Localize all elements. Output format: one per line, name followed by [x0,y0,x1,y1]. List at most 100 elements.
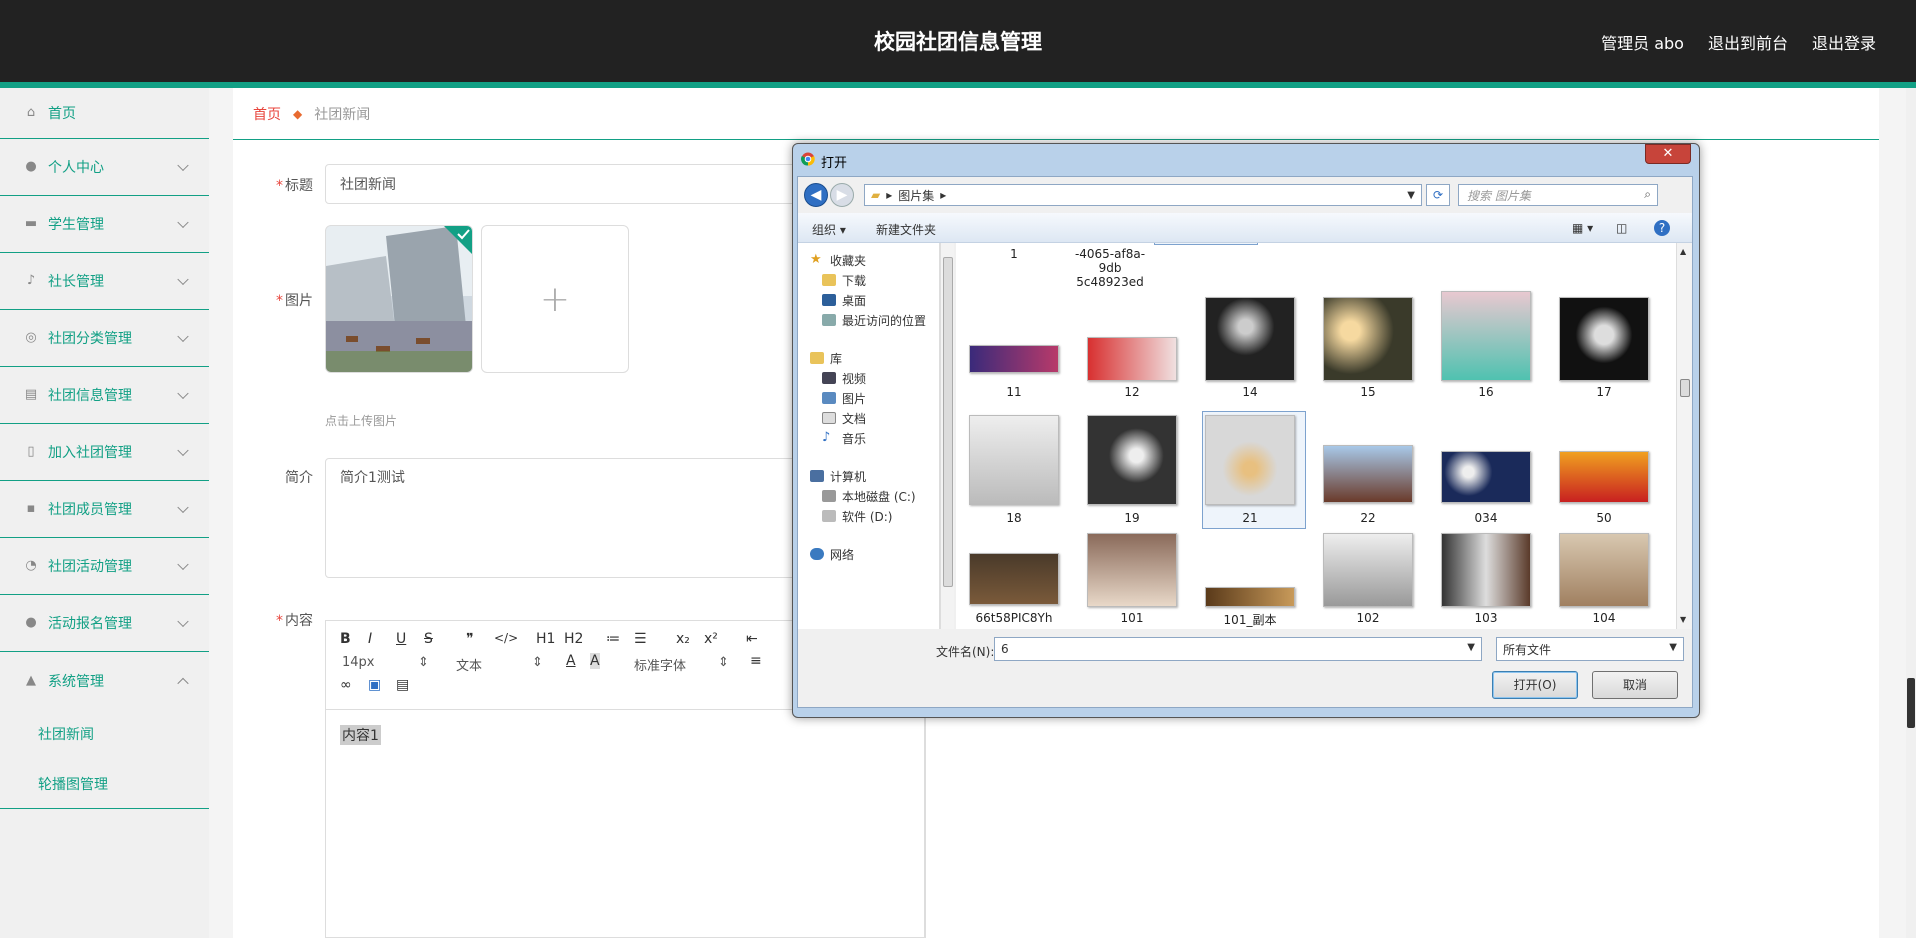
nav-disk-d[interactable]: 软件 (D:) [822,507,892,525]
bullet-list-button[interactable]: ☰ [634,631,647,647]
h2-button[interactable]: H2 [564,631,583,647]
logout-link[interactable]: 退出登录 [1812,30,1876,54]
file-item[interactable]: 101_副本 [1204,533,1296,627]
nav-computer[interactable]: 计算机 [810,467,866,485]
sidebar-subitem-news[interactable]: 社团新闻 [0,709,209,759]
nav-scroll-thumb[interactable] [943,257,953,587]
nav-favorites[interactable]: ★ 收藏夹 [810,251,866,269]
link-icon[interactable]: ∞ [340,677,352,693]
file-item[interactable]: 66t58PIC8Yh [968,533,1060,625]
uploaded-image[interactable] [325,225,473,373]
file-item[interactable]: 102 [1322,533,1414,625]
help-icon[interactable]: ? [1654,220,1670,236]
sidebar-subitem-carousel[interactable]: 轮播图管理 [0,759,209,809]
filename-dropdown-icon[interactable]: ▼ [1467,642,1475,653]
address-bar[interactable]: ▰ ▸ 图片集 ▸ ▼ [864,184,1422,206]
refresh-button[interactable]: ⟳ [1426,184,1450,206]
paragraph-dropdown-icon[interactable]: ⇕ [532,655,543,670]
file-item[interactable]: 17 [1558,297,1650,399]
nav-disk-c[interactable]: 本地磁盘 (C:) [822,487,916,505]
sidebar-item-club-info[interactable]: ▤ 社团信息管理 [0,367,209,424]
file-item[interactable]: 19 [1086,415,1178,525]
file-item[interactable]: 15 [1322,297,1414,399]
breadcrumb-home[interactable]: 首页 [253,104,281,124]
file-list-scroll-thumb[interactable] [1680,379,1690,397]
superscript-button[interactable]: x² [704,631,718,647]
cancel-button[interactable]: 取消 [1592,671,1678,699]
quote-button[interactable]: ❞ [466,631,474,647]
nav-libraries[interactable]: 库 [810,349,842,367]
h1-button[interactable]: H1 [536,631,555,647]
outdent-icon[interactable]: ⇤ [746,631,758,647]
sidebar-item-members[interactable]: ▪ 社团成员管理 [0,481,209,538]
search-input[interactable]: 搜索 图片集 ⌕ [1458,184,1658,206]
close-button[interactable]: ✕ [1645,144,1691,164]
sidebar-item-signup[interactable]: ● 活动报名管理 [0,595,209,652]
file-item[interactable]: 16 [1440,291,1532,399]
nav-scrollbar[interactable] [940,243,954,629]
scroll-down-icon[interactable]: ▼ [1680,615,1686,624]
sidebar-item-home[interactable]: ⌂ 首页 [0,88,209,139]
sidebar-item-personal[interactable]: ● 个人中心 [0,139,209,196]
file-item[interactable]: 11 [968,297,1060,399]
filetype-dropdown-icon[interactable]: ▼ [1669,642,1677,653]
admin-user-link[interactable]: 管理员 abo [1601,30,1684,54]
nav-network[interactable]: 网络 [810,545,854,563]
sidebar-item-categories[interactable]: ◎ 社团分类管理 [0,310,209,367]
forward-button[interactable]: ▶ [830,183,854,207]
filetype-select[interactable]: 所有文件 ▼ [1496,637,1684,661]
file-item[interactable]: 50 [1558,415,1650,525]
filename-input[interactable]: 6 ▼ [994,637,1482,661]
nav-documents[interactable]: 文档 [822,409,866,427]
page-scrollbar[interactable] [1906,88,1916,938]
sidebar-item-activities[interactable]: ◔ 社团活动管理 [0,538,209,595]
sidebar-item-system[interactable]: ▲ 系统管理 [0,652,209,709]
italic-button[interactable]: I [368,631,372,647]
font-family-dropdown-icon[interactable]: ⇕ [718,655,729,670]
file-item[interactable]: 104 [1558,533,1650,625]
to-front-link[interactable]: 退出到前台 [1708,30,1788,54]
nav-desktop[interactable]: 桌面 [822,291,866,309]
file-item[interactable]: 034 [1440,415,1532,525]
font-color-icon[interactable]: A [566,653,576,669]
file-item[interactable]: 12 [1086,297,1178,399]
sidebar-item-join[interactable]: ▯ 加入社团管理 [0,424,209,481]
nav-music[interactable]: ♪ 音乐 [822,429,866,447]
address-segment[interactable]: 图片集 [898,187,934,204]
back-button[interactable]: ◀ [804,183,828,207]
ordered-list-button[interactable]: ≔ [606,631,620,647]
file-item[interactable]: 103 [1440,533,1532,625]
new-folder-button[interactable]: 新建文件夹 [876,221,936,238]
sidebar-item-leaders[interactable]: ♪ 社长管理 [0,253,209,310]
file-item[interactable]: 14 [1204,297,1296,399]
image-icon[interactable]: ▣ [368,677,381,693]
editor-content[interactable]: 内容1 [340,725,381,745]
title-input[interactable]: 社团新闻 [325,164,845,204]
view-options-icon[interactable]: ▦ ▾ [1572,221,1593,235]
font-size-select[interactable]: 14px [342,655,375,670]
align-icon[interactable]: ≡ [750,653,762,669]
code-button[interactable]: </> [494,631,518,645]
bold-button[interactable]: B [340,631,351,647]
underline-button[interactable]: U [396,631,406,647]
nav-recent[interactable]: 最近访问的位置 [822,311,926,329]
nav-videos[interactable]: 视频 [822,369,866,387]
organize-menu[interactable]: 组织 ▾ [812,221,846,238]
page-scroll-thumb[interactable] [1907,678,1915,728]
file-item[interactable]: 18 [968,415,1060,525]
open-button[interactable]: 打开(O) [1492,671,1578,699]
file-item[interactable]: 101 [1086,533,1178,625]
sidebar-item-students[interactable]: ▬ 学生管理 [0,196,209,253]
add-image-button[interactable]: + [481,225,629,373]
video-icon[interactable]: ▤ [396,677,409,693]
preview-pane-icon[interactable]: ◫ [1616,221,1627,235]
file-list-scrollbar[interactable]: ▲ ▼ [1676,243,1692,629]
paragraph-select[interactable]: 文本 [456,655,482,674]
nav-pictures[interactable]: 图片 [822,389,866,407]
font-size-dropdown-icon[interactable]: ⇕ [418,655,429,670]
file-item[interactable]: 21 [1204,415,1296,525]
strike-button[interactable]: S [424,631,433,647]
nav-downloads[interactable]: 下载 [822,271,866,289]
file-item[interactable]: 22 [1322,415,1414,525]
bg-color-icon[interactable]: A [590,653,600,669]
